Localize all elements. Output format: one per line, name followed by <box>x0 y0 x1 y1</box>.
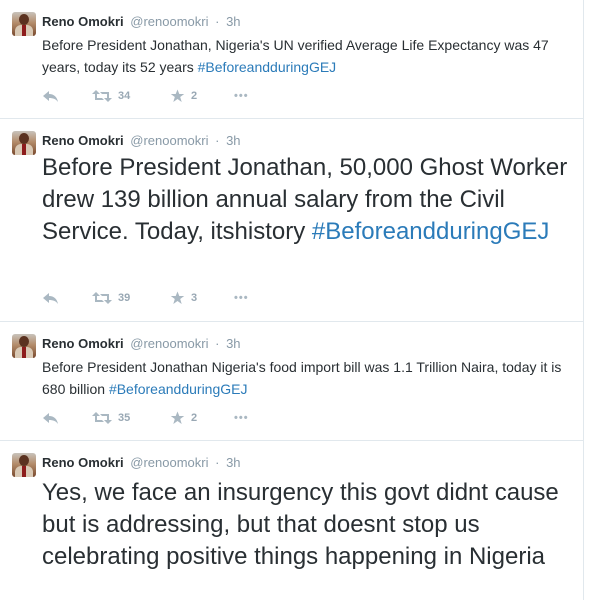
tweet-actions: 39 3 ••• <box>42 288 282 308</box>
retweet-button[interactable]: 35 <box>92 408 130 428</box>
avatar[interactable] <box>12 334 36 358</box>
avatar[interactable] <box>12 12 36 36</box>
reply-button[interactable] <box>42 288 59 308</box>
tweet-header: Reno Omokri @renoomokri · 3h <box>42 13 241 31</box>
favorite-count: 2 <box>191 90 198 102</box>
star-icon <box>170 291 185 304</box>
retweet-count: 39 <box>118 292 131 304</box>
tweet-author-handle[interactable]: @renoomokri <box>130 336 208 351</box>
retweet-button[interactable]: 34 <box>92 86 130 106</box>
avatar[interactable] <box>12 131 36 155</box>
tweet-author-name[interactable]: Reno Omokri <box>42 455 124 470</box>
tweet-timestamp[interactable]: 3h <box>226 455 240 470</box>
retweet-count: 34 <box>118 90 131 102</box>
hashtag-link[interactable]: #BeforeandduringGEJ <box>312 218 550 245</box>
more-options-icon[interactable]: ••• <box>234 408 249 428</box>
tweet-text-body: Yes, we face an insurgency this govt did… <box>42 479 559 570</box>
retweet-count: 35 <box>118 412 131 424</box>
tweet-text: Before President Jonathan, Nigeria's UN … <box>42 34 572 78</box>
favorite-count: 2 <box>191 412 198 424</box>
tweet-actions: 35 2 ••• <box>42 408 282 428</box>
tweet-timestamp[interactable]: 3h <box>226 336 240 351</box>
avatar[interactable] <box>12 453 36 477</box>
reply-button[interactable] <box>42 408 59 428</box>
star-icon <box>170 89 185 102</box>
favorite-button[interactable]: 2 <box>170 86 197 106</box>
tweet-text: Yes, we face an insurgency this govt did… <box>42 477 572 573</box>
star-icon <box>170 411 185 424</box>
tweet-header: Reno Omokri @renoomokri · 3h <box>42 132 241 150</box>
tweet-header: Reno Omokri @renoomokri · 3h <box>42 454 241 472</box>
timeline-border <box>583 0 584 600</box>
tweet-1[interactable]: Reno Omokri @renoomokri · 3h Before Pres… <box>0 0 583 118</box>
tweet-author-handle[interactable]: @renoomokri <box>130 14 208 29</box>
separator: · <box>215 14 220 29</box>
tweet-3[interactable]: Reno Omokri @renoomokri · 3h Before Pres… <box>0 322 583 440</box>
favorite-button[interactable]: 3 <box>170 288 197 308</box>
tweet-author-name[interactable]: Reno Omokri <box>42 133 124 148</box>
reply-icon <box>43 293 58 304</box>
retweet-icon <box>92 412 112 424</box>
tweet-text: Before President Jonathan, 50,000 Ghost … <box>42 152 572 248</box>
separator: · <box>215 336 220 351</box>
tweet-text: Before President Jonathan Nigeria's food… <box>42 356 572 400</box>
tweet-author-handle[interactable]: @renoomokri <box>130 455 208 470</box>
reply-button[interactable] <box>42 86 59 106</box>
tweet-timestamp[interactable]: 3h <box>226 133 240 148</box>
tweet-2[interactable]: Reno Omokri @renoomokri · 3h Before Pres… <box>0 119 583 321</box>
separator: · <box>215 455 220 470</box>
separator: · <box>215 133 220 148</box>
favorite-button[interactable]: 2 <box>170 408 197 428</box>
tweet-author-name[interactable]: Reno Omokri <box>42 336 124 351</box>
retweet-button[interactable]: 39 <box>92 288 130 308</box>
tweet-author-name[interactable]: Reno Omokri <box>42 14 124 29</box>
hashtag-link[interactable]: #BeforeandduringGEJ <box>109 381 248 397</box>
more-options-icon[interactable]: ••• <box>234 288 249 308</box>
favorite-count: 3 <box>191 292 198 304</box>
tweet-4[interactable]: Reno Omokri @renoomokri · 3h Yes, we fac… <box>0 441 583 600</box>
tweet-header: Reno Omokri @renoomokri · 3h <box>42 335 241 353</box>
reply-icon <box>43 413 58 424</box>
timeline: Reno Omokri @renoomokri · 3h Before Pres… <box>0 0 589 600</box>
hashtag-link[interactable]: #BeforeandduringGEJ <box>198 59 337 75</box>
retweet-icon <box>92 90 112 102</box>
more-options-icon[interactable]: ••• <box>234 86 249 106</box>
tweet-timestamp[interactable]: 3h <box>226 14 240 29</box>
reply-icon <box>43 91 58 102</box>
tweet-author-handle[interactable]: @renoomokri <box>130 133 208 148</box>
retweet-icon <box>92 292 112 304</box>
tweet-actions: 34 2 ••• <box>42 86 282 106</box>
